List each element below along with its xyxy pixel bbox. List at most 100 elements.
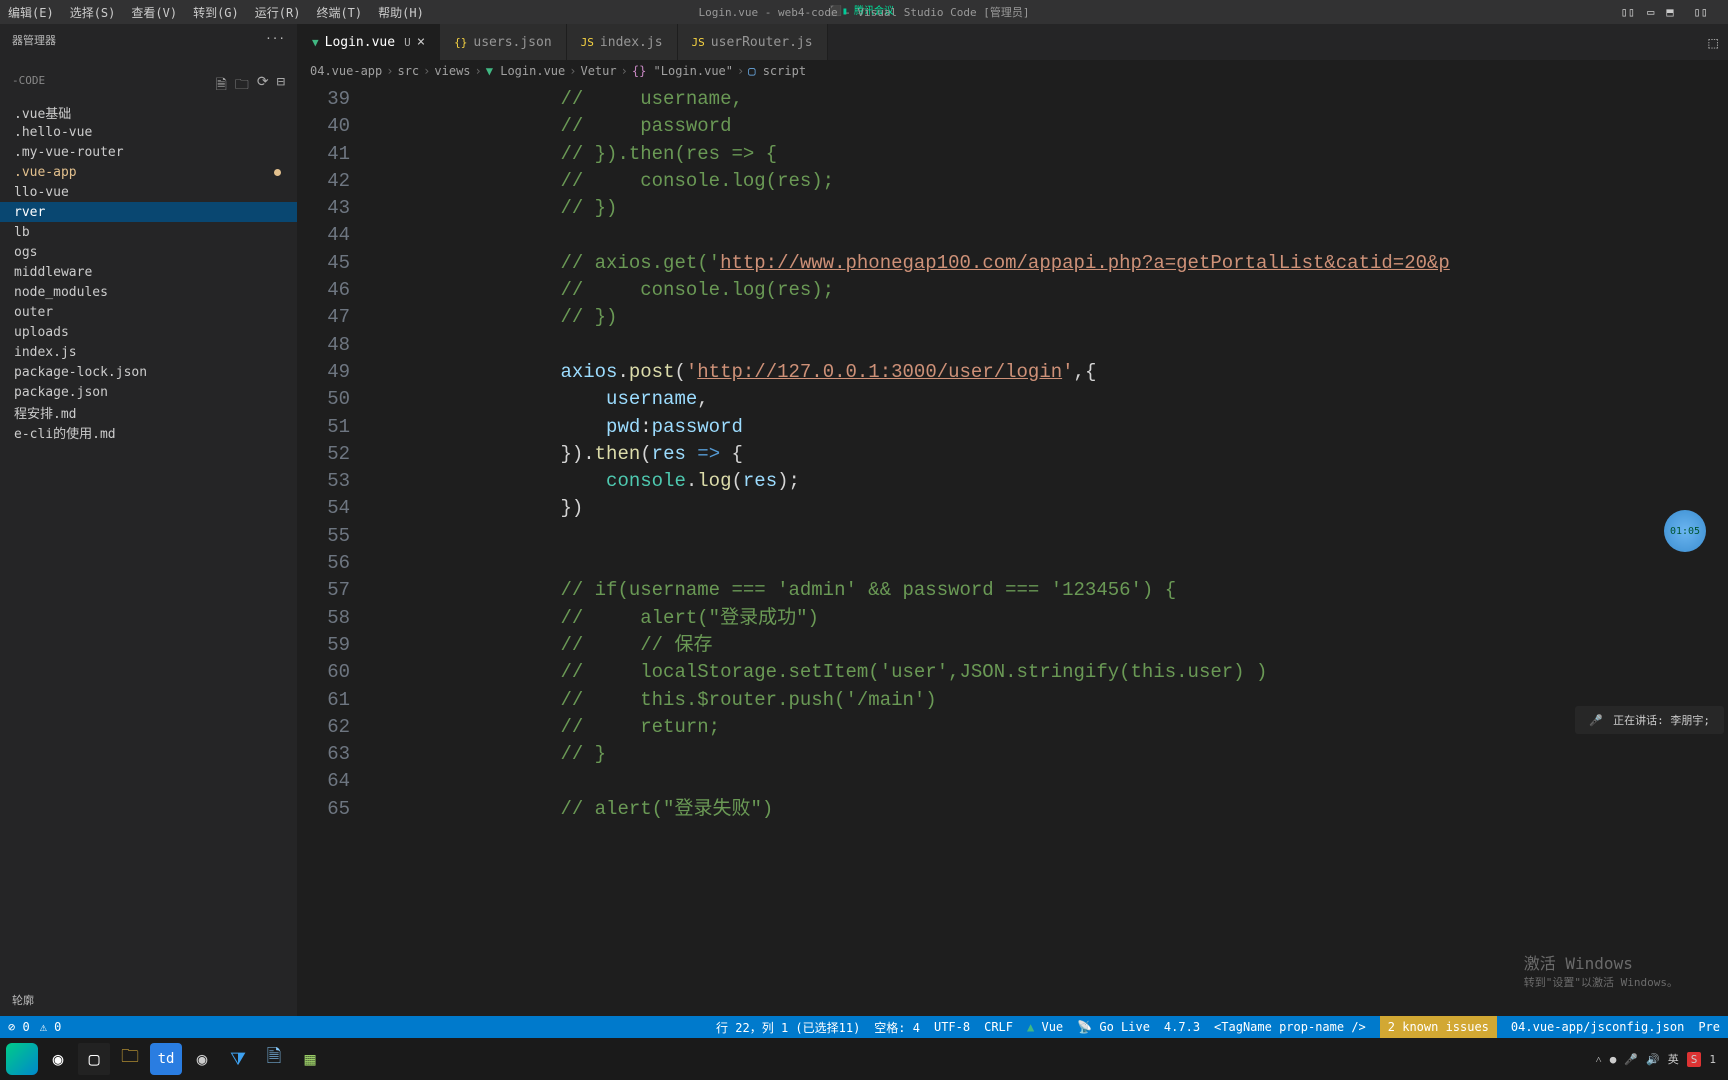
menu-goto[interactable]: 转到(G) <box>185 4 247 21</box>
new-file-icon[interactable]: 🗎 <box>216 74 227 98</box>
status-errors[interactable]: ⊘ 0 <box>8 1020 30 1034</box>
tray-ime[interactable]: 英 <box>1668 1051 1679 1067</box>
editor-area: ▼Login.vueU×{}users.jsonJSindex.jsJSuser… <box>298 24 1728 1016</box>
status-eol[interactable]: CRLF <box>984 1020 1013 1034</box>
editor-tab[interactable]: JSuserRouter.js <box>678 24 828 60</box>
taskbar-app-icon[interactable]: ▦ <box>294 1043 326 1075</box>
editor-tab[interactable]: {} users.json <box>440 24 567 60</box>
breadcrumb-item[interactable]: ▢ script <box>748 64 806 78</box>
breadcrumb-item[interactable]: Vetur <box>580 64 616 78</box>
status-emmet[interactable]: <TagName prop-name /> <box>1214 1020 1366 1034</box>
menu-terminal[interactable]: 终端(T) <box>308 4 370 21</box>
layout-sidebar-icon[interactable]: ▯▯ <box>1621 5 1635 19</box>
status-golive[interactable]: 📡 Go Live <box>1077 1020 1150 1034</box>
tray-meeting-icon[interactable]: ● <box>1610 1053 1617 1066</box>
layout-more-icon[interactable]: ▯▯ <box>1694 5 1708 19</box>
collapse-icon[interactable]: ⊟ <box>277 74 285 98</box>
tab-label: users.json <box>473 35 551 50</box>
tree-item[interactable]: middleware <box>0 262 297 282</box>
breadcrumb-item[interactable]: 04.vue-app <box>310 64 382 78</box>
status-warnings[interactable]: ⚠ 0 <box>40 1020 62 1034</box>
status-encoding[interactable]: UTF-8 <box>934 1020 970 1034</box>
tree-item[interactable]: .hello-vue <box>0 122 297 142</box>
new-folder-icon[interactable]: 🗀 <box>235 74 249 98</box>
tree-item[interactable]: rver <box>0 202 297 222</box>
tree-item[interactable]: ogs <box>0 242 297 262</box>
breadcrumbs[interactable]: 04.vue-app›src›views›▼ Login.vue›Vetur›{… <box>298 60 1728 82</box>
tree-item[interactable]: .vue-app <box>0 162 297 182</box>
explorer-sidebar: 器管理器 ··· -CODE 🗎 🗀 ⟳ ⊟ .vue基础.hello-vue.… <box>0 24 298 1016</box>
menu-select[interactable]: 选择(S) <box>62 4 124 21</box>
json-icon: {} <box>454 36 467 49</box>
js-icon: JS <box>581 36 594 49</box>
taskbar-todesk-icon[interactable]: td <box>150 1043 182 1075</box>
tree-item[interactable]: .vue基础 <box>0 102 297 122</box>
os-taskbar: ◉ ▢ 🗀 td ◉ ⧩ 🗎 ▦ ˄ ● 🎤 🔊 英 S 1 <box>0 1038 1728 1080</box>
tree-item[interactable]: package.json <box>0 382 297 402</box>
outline-section[interactable]: 轮廓 <box>0 984 297 1016</box>
title-layout-icons[interactable]: ▯▯ ▭ ⬒ ▯▯ <box>1621 5 1708 19</box>
line-gutter: 3940414243444546474849505152535455565758… <box>298 82 378 1016</box>
system-tray[interactable]: ˄ ● 🎤 🔊 英 S 1 <box>1596 1051 1723 1067</box>
tree-item[interactable]: 程安排.md <box>0 402 297 422</box>
tray-chevron-icon[interactable]: ˄ <box>1596 1053 1602 1066</box>
tab-label: Login.vue <box>325 35 395 50</box>
sidebar-header: 器管理器 ··· <box>0 24 297 56</box>
tree-item[interactable]: index.js <box>0 342 297 362</box>
modified-dot-icon <box>274 169 281 176</box>
close-icon[interactable]: × <box>417 34 425 50</box>
editor-tabs: ▼Login.vueU×{}users.jsonJSindex.jsJSuser… <box>298 24 1728 60</box>
tree-item[interactable]: llo-vue <box>0 182 297 202</box>
taskbar-edge-icon[interactable] <box>6 1043 38 1075</box>
refresh-icon[interactable]: ⟳ <box>257 74 269 98</box>
menu-help[interactable]: 帮助(H) <box>370 4 432 21</box>
tree-item[interactable]: .my-vue-router <box>0 142 297 162</box>
tray-mic-icon[interactable]: 🎤 <box>1624 1053 1638 1066</box>
status-pre[interactable]: Pre <box>1698 1020 1720 1034</box>
status-tsconfig[interactable]: 04.vue-app/jsconfig.json <box>1511 1020 1684 1034</box>
sidebar-ellipsis-icon[interactable]: ··· <box>265 32 285 48</box>
breadcrumb-item[interactable]: views <box>434 64 470 78</box>
status-cursor[interactable]: 行 22，列 1 (已选择11) <box>716 1019 860 1036</box>
breadcrumb-item[interactable]: src <box>397 64 419 78</box>
code-content[interactable]: // username, // password // }).then(res … <box>378 82 1728 1016</box>
speaking-indicator: 🎤 正在讲话: 李朋宇; <box>1575 706 1724 734</box>
tab-status: U <box>404 36 411 49</box>
layout-panel-icon[interactable]: ▭ <box>1647 5 1654 19</box>
status-indent[interactable]: 空格: 4 <box>874 1019 920 1036</box>
tray-app[interactable]: S <box>1687 1052 1702 1067</box>
tree-item[interactable]: package-lock.json <box>0 362 297 382</box>
menu-edit[interactable]: 编辑(E) <box>0 4 62 21</box>
tray-volume-icon[interactable]: 🔊 <box>1646 1053 1660 1066</box>
status-version[interactable]: 4.7.3 <box>1164 1020 1200 1034</box>
taskbar-explorer-icon[interactable]: 🗀 <box>114 1043 146 1075</box>
tree-item[interactable]: outer <box>0 302 297 322</box>
taskbar-chrome2-icon[interactable]: ◉ <box>186 1043 218 1075</box>
taskbar-notepad-icon[interactable]: 🗎 <box>258 1043 290 1075</box>
tab-label: userRouter.js <box>711 35 813 50</box>
tree-item[interactable]: uploads <box>0 322 297 342</box>
menu-run[interactable]: 运行(R) <box>247 4 309 21</box>
tree-item[interactable]: node_modules <box>0 282 297 302</box>
taskbar-chrome-icon[interactable]: ◉ <box>42 1043 74 1075</box>
breadcrumb-item[interactable]: {} "Login.vue" <box>632 64 733 78</box>
tree-item[interactable]: lb <box>0 222 297 242</box>
menu-view[interactable]: 查看(V) <box>123 4 185 21</box>
statusbar: ⊘ 0 ⚠ 0 行 22，列 1 (已选择11) 空格: 4 UTF-8 CRL… <box>0 1016 1728 1038</box>
taskbar-vscode-icon[interactable]: ⧩ <box>222 1043 254 1075</box>
meeting-timer-bubble[interactable]: 01:05 <box>1664 510 1706 552</box>
breadcrumb-item[interactable]: ▼ Login.vue <box>486 64 565 78</box>
tab-label: index.js <box>600 35 663 50</box>
split-editor-icon[interactable]: ⬚ <box>1708 33 1718 52</box>
taskbar-terminal-icon[interactable]: ▢ <box>78 1043 110 1075</box>
tray-time[interactable]: 1 <box>1709 1053 1716 1066</box>
status-language[interactable]: ▲ Vue <box>1027 1020 1063 1034</box>
layout-split-icon[interactable]: ⬒ <box>1666 5 1673 19</box>
tree-item[interactable]: e-cli的使用.md <box>0 422 297 442</box>
editor-tab[interactable]: ▼Login.vueU× <box>298 24 440 60</box>
workspace-root[interactable]: -CODE 🗎 🗀 ⟳ ⊟ <box>0 70 297 102</box>
window-title: Login.vue - web4-code - Visual Studio Co… <box>698 4 1029 20</box>
editor-tab[interactable]: JS index.js <box>567 24 678 60</box>
code-editor[interactable]: 3940414243444546474849505152535455565758… <box>298 82 1728 1016</box>
status-issues[interactable]: 2 known issues <box>1380 1016 1497 1038</box>
